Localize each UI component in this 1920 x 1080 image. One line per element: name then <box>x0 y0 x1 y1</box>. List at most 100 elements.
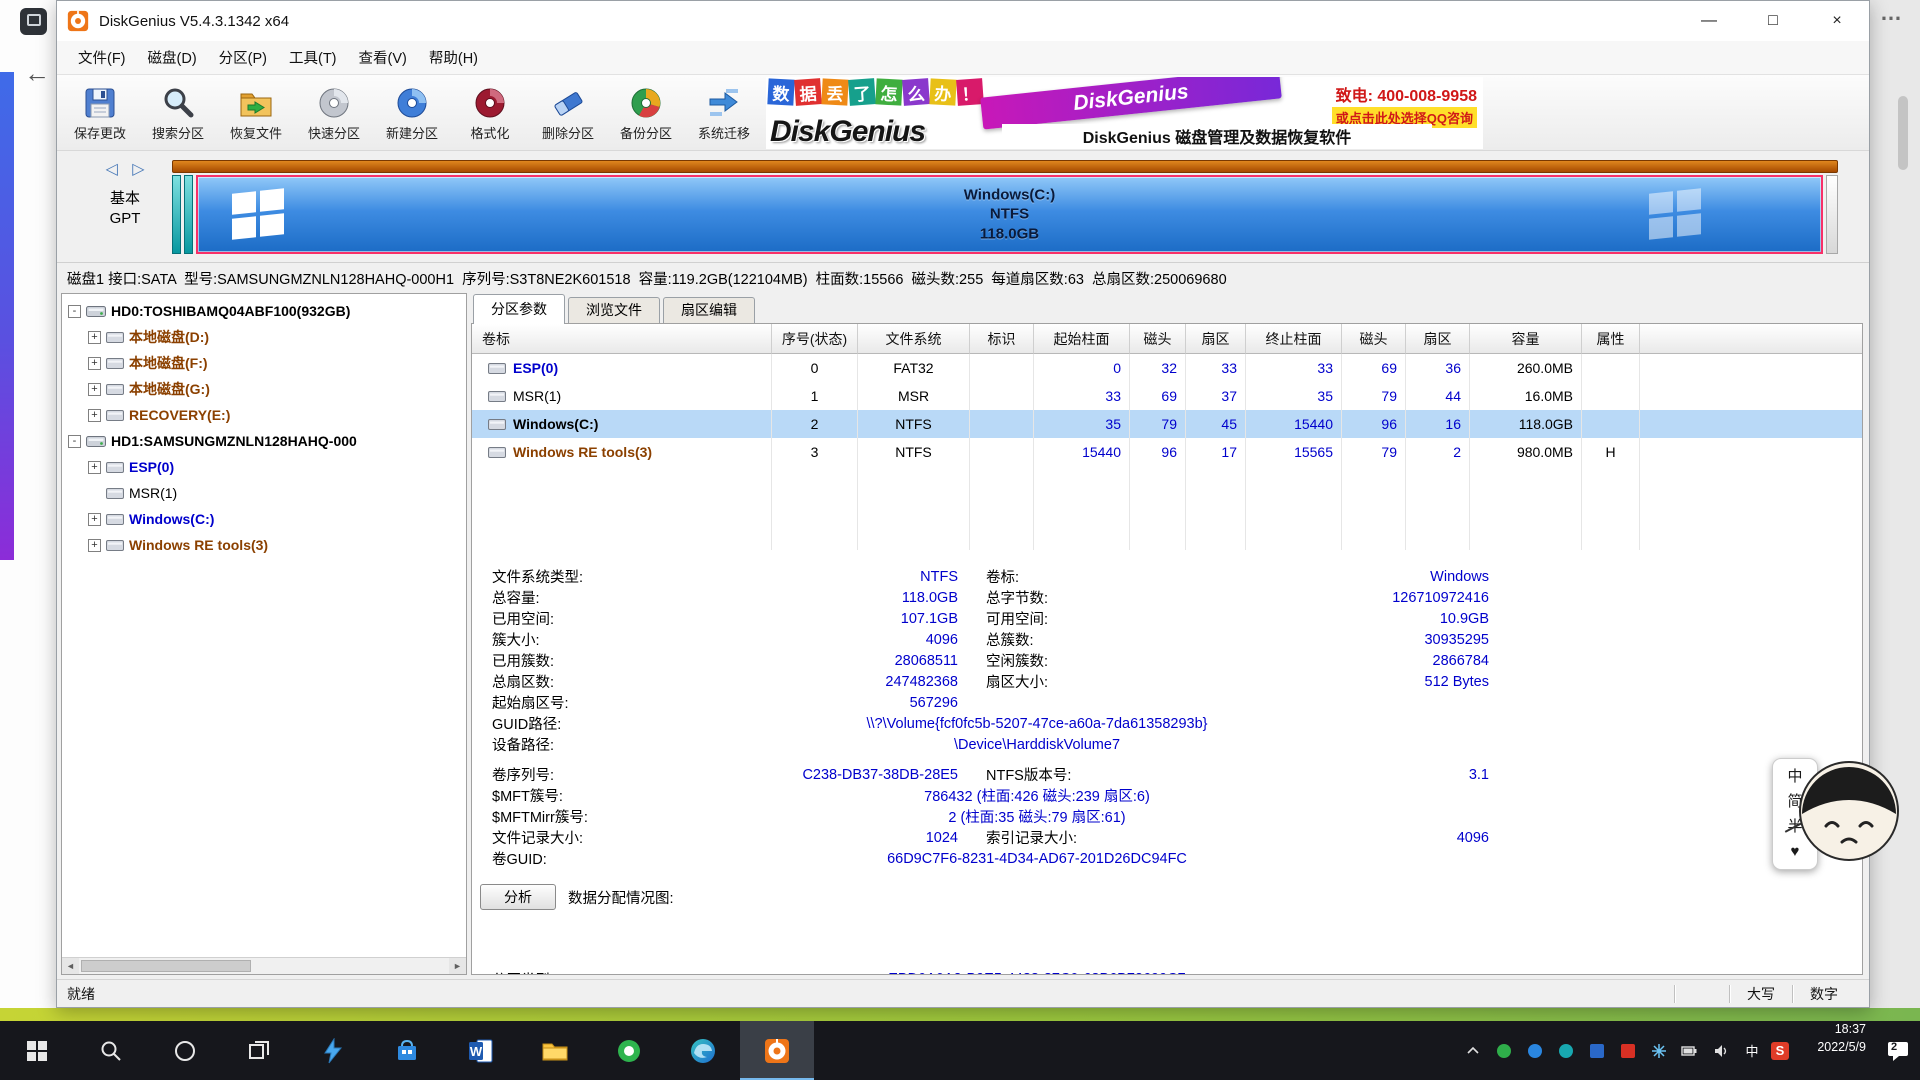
toolbar-save-button[interactable]: 保存更改 <box>61 78 139 148</box>
expand-icon[interactable]: + <box>88 461 101 474</box>
expand-icon[interactable]: + <box>88 383 101 396</box>
app-store[interactable] <box>370 1021 444 1080</box>
tray-ime-indicator[interactable]: 中 <box>1740 1039 1764 1063</box>
app-diskgenius[interactable] <box>740 1021 814 1080</box>
partition-icon <box>488 446 506 459</box>
task-view-button[interactable] <box>222 1021 296 1080</box>
tree-node-hd0-part3[interactable]: +RECOVERY(E:) <box>62 402 466 428</box>
column-header[interactable]: 属性 <box>1582 324 1640 354</box>
toolbar-backup-partition-button[interactable]: 备份分区 <box>607 78 685 148</box>
column-header[interactable]: 容量 <box>1470 324 1582 354</box>
menu-item-1[interactable]: 文件(F) <box>67 47 137 68</box>
partition-row[interactable]: Windows RE tools(3)3NTFS1544096171556579… <box>472 438 1862 466</box>
background-app-icon[interactable] <box>20 8 47 35</box>
tree-node-hd0-part2[interactable]: +本地磁盘(G:) <box>62 376 466 402</box>
back-arrow-icon[interactable]: ← <box>24 58 50 89</box>
tree-node-hd1-part1[interactable]: MSR(1) <box>62 480 466 506</box>
partition-row[interactable]: MSR(1)1MSR33693735794416.0MB <box>472 382 1862 410</box>
column-header[interactable]: 标识 <box>970 324 1034 354</box>
expand-icon[interactable]: + <box>88 539 101 552</box>
maximize-button[interactable]: □ <box>1741 1 1805 41</box>
column-header[interactable]: 扇区 <box>1186 324 1246 354</box>
partition-re-bar[interactable] <box>1826 175 1838 254</box>
tree-node-hd0[interactable]: -HD0:TOSHIBAMQ04ABF100(932GB) <box>62 298 466 324</box>
tree-node-hd1-part0[interactable]: +ESP(0) <box>62 454 466 480</box>
menu-item-2[interactable]: 磁盘(D) <box>137 47 208 68</box>
scroll-right-icon[interactable]: ► <box>449 958 466 974</box>
expand-icon[interactable]: + <box>88 357 101 370</box>
column-header[interactable]: 卷标 <box>472 324 772 354</box>
column-header[interactable]: 起始柱面 <box>1034 324 1130 354</box>
vertical-scrollbar-thumb[interactable] <box>1898 96 1908 170</box>
app-word[interactable]: W <box>444 1021 518 1080</box>
app-green-utility[interactable] <box>592 1021 666 1080</box>
tab-sector-edit[interactable]: 扇区编辑 <box>663 297 755 324</box>
toolbar-new-partition-button[interactable]: 新建分区 <box>373 78 451 148</box>
menu-item-3[interactable]: 分区(P) <box>208 47 278 68</box>
column-header[interactable]: 扇区 <box>1406 324 1470 354</box>
start-button[interactable] <box>0 1021 74 1080</box>
tray-speaker-icon[interactable] <box>1709 1039 1733 1063</box>
partition-windows-bar[interactable]: Windows(C:) NTFS 118.0GB <box>196 175 1823 254</box>
column-header[interactable]: 序号(状态) <box>772 324 858 354</box>
partition-msr-bar[interactable] <box>184 175 193 254</box>
detail-value: 567296 <box>662 695 958 711</box>
partition-row[interactable]: ESP(0)0FAT3203233336936260.0MB <box>472 354 1862 382</box>
scrollbar-thumb[interactable] <box>81 960 251 972</box>
menu-item-6[interactable]: 帮助(H) <box>418 47 489 68</box>
minimize-button[interactable]: — <box>1677 1 1741 41</box>
expand-icon[interactable]: + <box>88 513 101 526</box>
ad-banner[interactable]: 数据丢了怎么办！ DiskGenius DiskGenius 致电: 400-0… <box>766 77 1483 149</box>
menu-item-4[interactable]: 工具(T) <box>278 47 348 68</box>
tree-horizontal-scrollbar[interactable]: ◄ ► <box>62 957 466 974</box>
collapse-icon[interactable]: - <box>68 435 81 448</box>
toolbar-delete-partition-button[interactable]: 删除分区 <box>529 78 607 148</box>
column-header[interactable]: 文件系统 <box>858 324 970 354</box>
toolbar-search-button[interactable]: 搜索分区 <box>139 78 217 148</box>
close-button[interactable]: × <box>1805 1 1869 41</box>
app-edge[interactable] <box>666 1021 740 1080</box>
cortana-button[interactable] <box>148 1021 222 1080</box>
tray-red-icon[interactable] <box>1616 1039 1640 1063</box>
scroll-left-icon[interactable]: ◄ <box>62 958 79 974</box>
nav-right-icon[interactable]: ▷ <box>132 161 144 178</box>
expand-icon[interactable]: + <box>88 409 101 422</box>
tray-blue-icon[interactable] <box>1523 1039 1547 1063</box>
toolbar-system-migration-button[interactable]: 系统迁移 <box>685 78 763 148</box>
toolbar-recover-files-button[interactable]: 恢复文件 <box>217 78 295 148</box>
tray-battery-icon[interactable] <box>1678 1039 1702 1063</box>
column-header[interactable]: 磁头 <box>1342 324 1406 354</box>
nav-left-icon[interactable]: ◁ <box>105 161 117 178</box>
taskbar-clock[interactable]: 18:37 2022/5/9 <box>1802 1021 1866 1080</box>
more-options-icon[interactable]: … <box>1880 0 1904 26</box>
collapse-icon[interactable]: - <box>68 305 81 318</box>
format-icon <box>473 84 507 122</box>
toolbar-format-button[interactable]: 格式化 <box>451 78 529 148</box>
tray-green-icon[interactable] <box>1492 1039 1516 1063</box>
tab-browse-files[interactable]: 浏览文件 <box>568 297 660 324</box>
column-header[interactable]: 磁头 <box>1130 324 1186 354</box>
tray-square-icon[interactable] <box>1585 1039 1609 1063</box>
app-lightning[interactable] <box>296 1021 370 1080</box>
taskbar-search-button[interactable] <box>74 1021 148 1080</box>
menu-item-5[interactable]: 查看(V) <box>348 47 418 68</box>
tray-teal-icon[interactable] <box>1554 1039 1578 1063</box>
tab-partition-params[interactable]: 分区参数 <box>473 294 565 324</box>
tree-node-hd1-part3[interactable]: +Windows RE tools(3) <box>62 532 466 558</box>
tree-node-hd0-part0[interactable]: +本地磁盘(D:) <box>62 324 466 350</box>
action-center-button[interactable]: 2 <box>1876 1021 1920 1080</box>
tree-node-hd0-part1[interactable]: +本地磁盘(F:) <box>62 350 466 376</box>
column-header[interactable]: 终止柱面 <box>1246 324 1342 354</box>
analyze-button[interactable]: 分析 <box>480 884 556 910</box>
app-file-explorer[interactable] <box>518 1021 592 1080</box>
tree-node-hd1-part2[interactable]: +Windows(C:) <box>62 506 466 532</box>
tray-sogou-icon[interactable]: S <box>1771 1042 1789 1060</box>
statusbar: 就绪 大写 数字 <box>57 979 1869 1007</box>
expand-icon[interactable]: + <box>88 331 101 344</box>
tray-chevron-icon[interactable] <box>1461 1039 1485 1063</box>
toolbar-quick-partition-button[interactable]: 快速分区 <box>295 78 373 148</box>
tray-snowflake-icon[interactable] <box>1647 1039 1671 1063</box>
partition-esp-bar[interactable] <box>172 175 181 254</box>
partition-row[interactable]: Windows(C:)2NTFS357945154409616118.0GB <box>472 410 1862 438</box>
tree-node-hd1[interactable]: -HD1:SAMSUNGMZNLN128HAHQ-000 <box>62 428 466 454</box>
